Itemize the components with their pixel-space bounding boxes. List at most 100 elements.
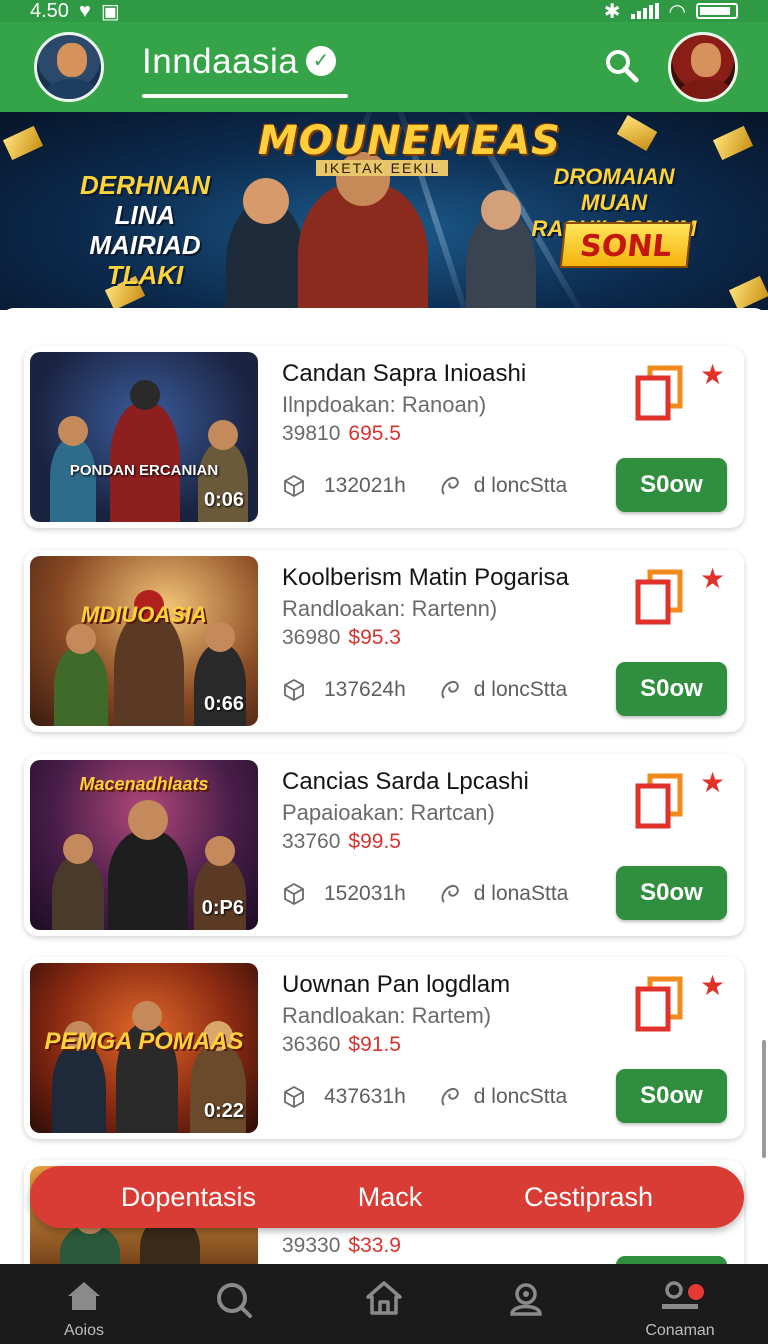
list-item[interactable]: MDIUOASIA 0:66 Koolberism Matin Pogarisa… [24, 550, 744, 732]
favorite-star-icon[interactable]: ★ [700, 766, 725, 799]
card-subtitle: Randloakan: Rartenn) [282, 596, 498, 621]
card-title[interactable]: Uownan Pan logdlam [282, 971, 510, 999]
status-time: 4.50 [30, 0, 69, 22]
favorite-star-icon[interactable]: ★ [700, 562, 725, 595]
link-icon [441, 884, 459, 903]
nav-search[interactable] [164, 1264, 304, 1344]
cube-icon [284, 678, 304, 702]
profile-icon [510, 1283, 542, 1316]
wifi-icon: ◠ [668, 0, 686, 23]
price: 36360 $91.5 [282, 1033, 401, 1057]
house-outline-icon [366, 1281, 402, 1315]
nav-account[interactable]: Conaman [610, 1264, 750, 1344]
sale-price: $95.3 [348, 626, 401, 649]
thumbnail-caption: MDIUOASIA [81, 602, 207, 627]
card-subtitle: Papaioakan: Rartcan) [282, 800, 495, 825]
view-count: 152031h [324, 882, 406, 905]
card-meta: 132021h d loncStta [282, 474, 567, 498]
cube-icon [284, 882, 304, 906]
active-tab-indicator [142, 94, 348, 98]
price: 33760 $99.5 [282, 830, 401, 854]
action-cestiprash[interactable]: Cestiprash [524, 1182, 653, 1213]
card-subtitle: Randloakan: Rartem) [282, 1003, 492, 1028]
show-button[interactable]: S0ow [616, 866, 727, 920]
multi-window-icon[interactable] [628, 973, 688, 1035]
app-title[interactable]: Inndaasia [142, 42, 298, 82]
signal-icon [630, 3, 659, 19]
floating-action-bar: Dopentasis Mack Cestiprash [30, 1166, 744, 1228]
promo-banner[interactable]: MOUNEMEAS IKETAK EEKIL DERHNAN LINA MAIR… [0, 112, 768, 310]
show-button[interactable]: S0ow [616, 458, 727, 512]
search-icon[interactable] [602, 46, 642, 86]
favorite-star-icon[interactable]: ★ [700, 969, 725, 1002]
video-duration: 0:P6 [201, 897, 244, 919]
status-bar: 4.50 ♥ ▣ ✱ ◠ [0, 0, 768, 23]
old-price: 39330 [282, 1234, 341, 1257]
view-count: 132021h [324, 474, 406, 497]
nav-profile[interactable] [456, 1264, 596, 1344]
link-icon [441, 1087, 459, 1106]
sale-price: $33.9 [348, 1234, 401, 1257]
old-price: 36980 [282, 626, 341, 649]
banner-badge[interactable]: SONL [559, 222, 693, 268]
image-icon: ▣ [100, 0, 120, 23]
card-title[interactable]: Cancias Sarda Lpcashi [282, 768, 529, 796]
list-item[interactable]: Macenadhlaats 0:P6 Cancias Sarda Lpcashi… [24, 754, 744, 936]
sale-price: 695.5 [348, 422, 401, 445]
favorite-star-icon[interactable]: ★ [700, 358, 725, 391]
show-button[interactable]: S0ow [616, 1069, 727, 1123]
nav-house[interactable] [314, 1264, 454, 1344]
multi-window-icon[interactable] [628, 362, 688, 424]
thumbnail-caption: Macenadhlaats [79, 774, 209, 794]
bluetooth-icon: ✱ [603, 0, 621, 23]
view-count: 437631h [324, 1085, 406, 1108]
profile-avatar[interactable] [668, 32, 738, 102]
video-thumbnail[interactable]: Macenadhlaats 0:P6 [30, 760, 258, 930]
notification-dot [688, 1284, 704, 1300]
top-app-bar: Inndaasia ✓ [0, 22, 768, 112]
link-icon [441, 476, 459, 495]
nav-home[interactable]: Aoios [14, 1264, 154, 1344]
card-tag: d lonaStta [473, 882, 569, 905]
card-tag: d loncStta [473, 678, 568, 701]
action-dopentasis[interactable]: Dopentasis [121, 1182, 256, 1213]
user-avatar[interactable] [34, 32, 104, 102]
multi-window-icon[interactable] [628, 566, 688, 628]
location-icon: ♥ [78, 0, 91, 22]
bottom-navigation: Aoios Conaman [0, 1264, 768, 1344]
card-title[interactable]: Koolberism Matin Pogarisa [282, 564, 569, 592]
video-thumbnail[interactable]: PONDAN ERCANIAN 0:06 [30, 352, 258, 522]
scrollbar[interactable] [762, 1040, 766, 1158]
home-icon [68, 1282, 100, 1310]
old-price: 36360 [282, 1033, 341, 1056]
nav-home-label: Aoios [63, 1322, 105, 1339]
banner-title: MOUNEMEAS [258, 118, 561, 164]
card-tag: d loncStta [473, 1085, 568, 1108]
card-subtitle: Ilnpdoakan: Ranoan) [282, 392, 487, 417]
sale-price: $99.5 [348, 830, 401, 853]
list-item[interactable]: PEMGA POMAAS 0:22 Uownan Pan logdlam Ran… [24, 957, 744, 1139]
video-thumbnail[interactable]: PEMGA POMAAS 0:22 [30, 963, 258, 1133]
video-duration: 0:06 [203, 489, 244, 511]
price: 39810 695.5 [282, 422, 401, 446]
video-duration: 0:22 [203, 1100, 244, 1122]
view-count: 137624h [324, 678, 406, 701]
banner-subtitle: IKETAK EEKIL [316, 160, 449, 176]
cube-icon [284, 474, 304, 498]
search-icon [217, 1283, 252, 1318]
card-meta: 152031h d lonaStta [282, 882, 568, 906]
price: 36980 $95.3 [282, 626, 401, 650]
action-mack[interactable]: Mack [358, 1182, 423, 1213]
thumbnail-caption: PEMGA POMAAS [44, 1028, 244, 1055]
list-item[interactable]: PONDAN ERCANIAN 0:06 Candan Sapra Inioas… [24, 346, 744, 528]
battery-icon [696, 3, 738, 19]
card-title[interactable]: Candan Sapra Inioashi [282, 360, 526, 388]
price: 39330 $33.9 [282, 1234, 401, 1258]
old-price: 39810 [282, 422, 341, 445]
video-duration: 0:66 [203, 693, 244, 715]
nav-account-label: Conaman [645, 1322, 715, 1339]
multi-window-icon[interactable] [628, 770, 688, 832]
show-button[interactable]: S0ow [616, 662, 727, 716]
card-meta: 137624h d loncStta [282, 678, 567, 702]
video-thumbnail[interactable]: MDIUOASIA 0:66 [30, 556, 258, 726]
